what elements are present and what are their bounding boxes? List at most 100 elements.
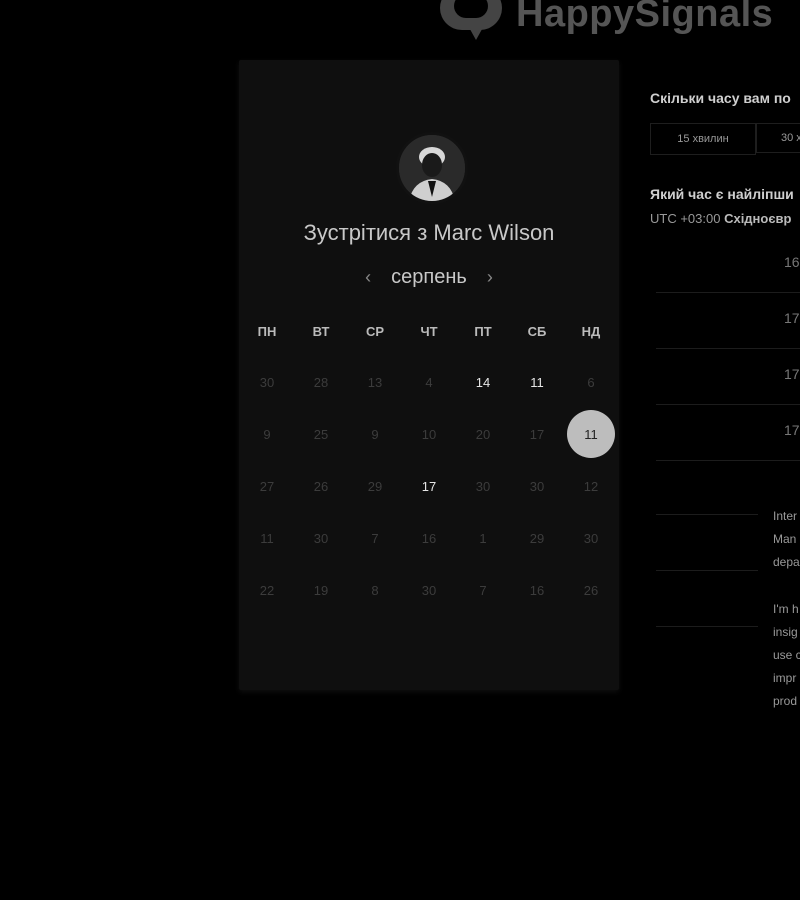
calendar-day-number: 10	[421, 426, 437, 442]
calendar-day-number: 20	[475, 426, 491, 442]
calendar-day-number: 27	[259, 478, 275, 494]
calendar-day-number: 9	[263, 426, 271, 442]
calendar-day: 29	[348, 460, 402, 512]
bio-line: impr	[773, 671, 797, 685]
calendar-day[interactable]: 17	[402, 460, 456, 512]
calendar-day-number: 30	[313, 530, 329, 546]
calendar-day-number: 30	[583, 530, 599, 546]
calendar-day: 11	[240, 512, 294, 564]
calendar-day: 30	[294, 512, 348, 564]
calendar-day: 9	[240, 408, 294, 460]
divider	[656, 626, 758, 627]
calendar-day-number: 28	[313, 374, 329, 390]
calendar-day-number: 8	[371, 582, 379, 598]
time-slot[interactable]: 17	[656, 404, 800, 461]
speech-bubble-icon	[440, 0, 502, 42]
weekday-label: ЧТ	[420, 324, 438, 339]
duration-option-30[interactable]: 30 х	[756, 123, 800, 153]
calendar-day-number: 1	[479, 530, 487, 546]
calendar-day-number: 11	[567, 410, 615, 458]
calendar-day: 1	[456, 512, 510, 564]
calendar-day: 10	[402, 408, 456, 460]
calendar-day[interactable]: 11	[510, 356, 564, 408]
timezone-offset: UTC +03:00	[650, 211, 721, 226]
calendar-day: 8	[348, 564, 402, 616]
time-slot-label: 17	[784, 422, 800, 438]
calendar-day-number: 16	[421, 530, 437, 546]
bio-paragraph: I'm h insig use c impr prod	[773, 598, 800, 713]
divider	[656, 570, 758, 571]
bio-line: insig	[773, 625, 798, 639]
prev-month-button[interactable]: ‹	[365, 267, 371, 288]
calendar-day-number: 11	[260, 530, 274, 546]
duration-option-15[interactable]: 15 хвилин	[650, 123, 756, 155]
month-label: серпень	[391, 266, 467, 288]
calendar-day: 27	[240, 460, 294, 512]
calendar-day: 30	[240, 356, 294, 408]
calendar-day-number: 30	[421, 582, 437, 598]
timezone-name: Східноєвр	[724, 211, 792, 226]
calendar-day: 26	[294, 460, 348, 512]
calendar-day: 19	[294, 564, 348, 616]
calendar-day-number: 12	[583, 478, 599, 494]
calendar-day: 20	[456, 408, 510, 460]
calendar-day[interactable]: 14	[456, 356, 510, 408]
calendar-day: 22	[240, 564, 294, 616]
calendar-day-number: 17	[421, 478, 437, 494]
calendar-day-number: 29	[529, 530, 545, 546]
bio-line: I'm h	[773, 602, 799, 616]
calendar-day-number: 26	[313, 478, 329, 494]
calendar-day-number: 30	[529, 478, 545, 494]
calendar-day-number: 16	[529, 582, 545, 598]
weekday-label: СР	[365, 324, 385, 339]
calendar-day: 17	[510, 408, 564, 460]
calendar-day-number: 29	[367, 478, 383, 494]
calendar-day: 28	[294, 356, 348, 408]
calendar-day: 7	[348, 512, 402, 564]
calendar-day-number: 7	[479, 582, 487, 598]
calendar-week: 11 30 7 16 1 29 30	[240, 512, 618, 564]
calendar-week: 22 19 8 30 7 16 26	[240, 564, 618, 616]
calendar-day: 9	[348, 408, 402, 460]
calendar-day: 13	[348, 356, 402, 408]
calendar-day-number: 14	[475, 374, 491, 390]
calendar-day-number: 6	[587, 374, 595, 390]
calendar-day-number: 26	[583, 582, 599, 598]
weekday-label: НД	[581, 324, 601, 339]
calendar-day-number: 30	[259, 374, 275, 390]
calendar-week: 30 28 13 4 14 11 6	[240, 356, 618, 408]
duration-options: 15 хвилин 30 х	[650, 123, 800, 155]
weekday-label: СБ	[527, 324, 547, 339]
calendar-day: 29	[510, 512, 564, 564]
bio-line: prod	[773, 694, 798, 708]
time-slot[interactable]: 17	[656, 348, 800, 405]
calendar-day: 7	[456, 564, 510, 616]
calendar-day-selected[interactable]: 11	[564, 408, 618, 460]
calendar-day-number: 19	[313, 582, 329, 598]
happysignals-logo: HappySignals	[440, 0, 773, 42]
bio-line: depa	[773, 555, 800, 569]
scheduler-card: Зустрітися з Marc Wilson ‹ серпень › ПН …	[239, 60, 619, 690]
weekday-label: ПН	[257, 324, 277, 339]
weekday-header: ПН ВТ СР ЧТ ПТ СБ НД	[240, 324, 618, 339]
calendar-day: 6	[564, 356, 618, 408]
calendar-day-number: 25	[313, 426, 329, 442]
calendar-day-number: 4	[425, 374, 433, 390]
calendar-grid: 30 28 13 4 14 11 6 9 25 9 10 20 17 11 27 26 29 17 30 30 12 11…	[240, 356, 618, 616]
time-slot-label: 17	[784, 366, 800, 382]
next-month-button[interactable]: ›	[487, 267, 493, 288]
calendar-week: 27 26 29 17 30 30 12	[240, 460, 618, 512]
calendar-week: 9 25 9 10 20 17 11	[240, 408, 618, 460]
calendar-day-number: 9	[371, 426, 379, 442]
calendar-day-number: 7	[371, 530, 379, 546]
bio-line: use c	[773, 648, 800, 662]
timezone-label: UTC +03:00 Східноєвр	[650, 211, 791, 226]
calendar-day-number: 22	[259, 582, 275, 598]
duration-question: Скільки часу вам по	[650, 90, 791, 106]
calendar-day-number: 11	[530, 374, 544, 390]
time-slot[interactable]: 17	[656, 292, 800, 349]
time-slot-label: 17	[784, 310, 800, 326]
bio-line: Inter	[773, 509, 798, 523]
time-slot[interactable]: 16	[656, 236, 800, 293]
weekday-label: ВТ	[312, 324, 330, 339]
